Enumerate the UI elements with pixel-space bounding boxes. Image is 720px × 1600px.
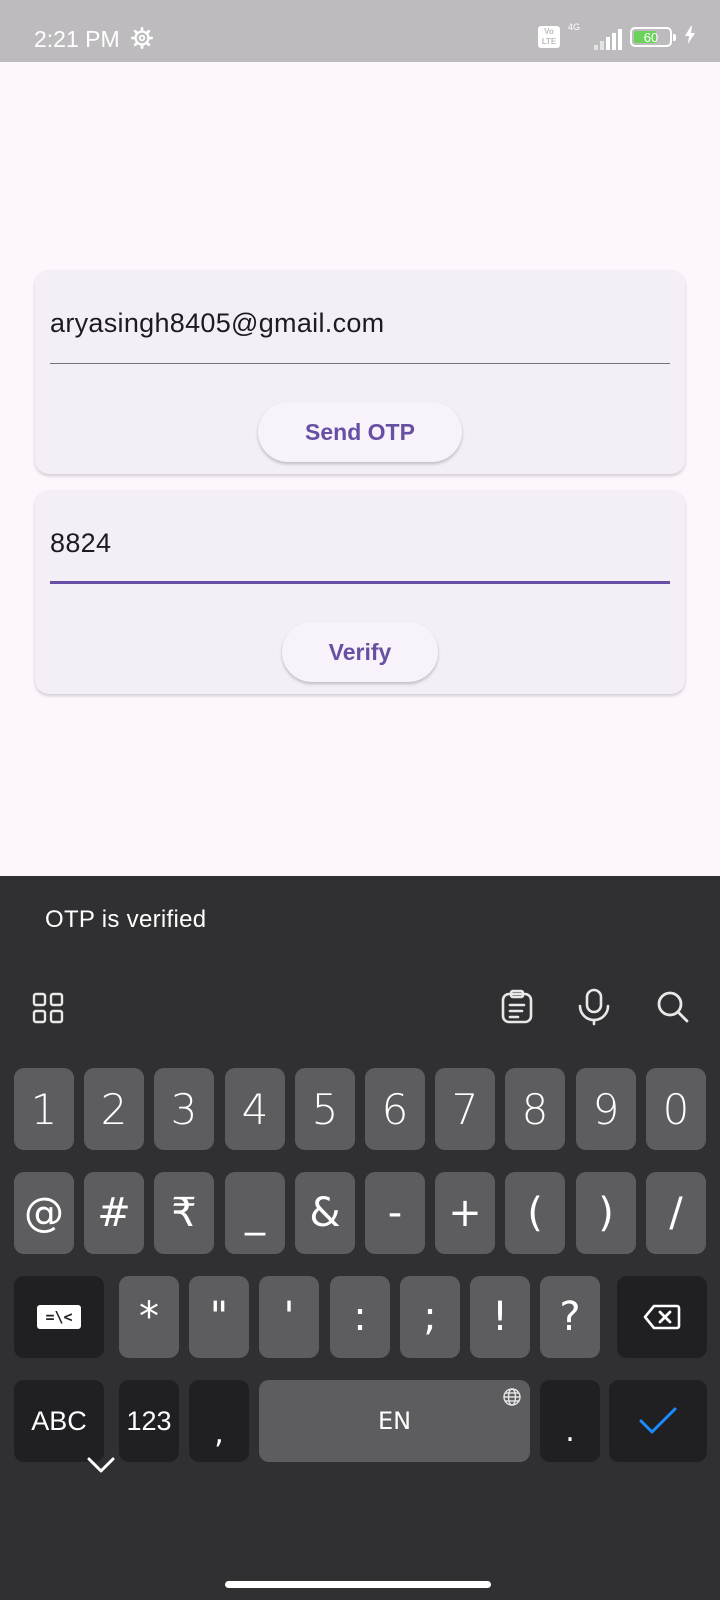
- volte-icon: Vo LTE: [538, 26, 560, 48]
- more-symbols-key[interactable]: =\<: [14, 1276, 104, 1358]
- key-minus[interactable]: -: [365, 1172, 425, 1254]
- key-open-paren[interactable]: (: [505, 1172, 565, 1254]
- key-0[interactable]: 0: [646, 1068, 706, 1150]
- charging-icon: [685, 26, 695, 44]
- key-underscore[interactable]: _: [225, 1172, 285, 1254]
- otp-card: 8824 Verify: [35, 490, 685, 694]
- battery-level: 60: [643, 29, 659, 45]
- status-time: 2:21 PM: [34, 26, 120, 52]
- period-key[interactable]: .: [540, 1380, 600, 1462]
- home-indicator[interactable]: [225, 1581, 491, 1588]
- apps-grid-icon[interactable]: [32, 992, 64, 1024]
- email-field[interactable]: aryasingh8405@gmail.com: [50, 298, 670, 364]
- key-question[interactable]: ?: [540, 1276, 600, 1358]
- space-key[interactable]: EN: [259, 1380, 530, 1462]
- battery-icon: 60: [630, 27, 676, 47]
- clipboard-icon[interactable]: [500, 989, 534, 1025]
- chevron-down-icon[interactable]: [87, 1456, 115, 1474]
- key-1[interactable]: 1: [14, 1068, 74, 1150]
- status-bar: 2:21 PM Vo LTE 4G 60: [0, 0, 720, 62]
- email-card: aryasingh8405@gmail.com Send OTP: [35, 270, 685, 474]
- signal-icon: 4G: [568, 22, 622, 50]
- globe-icon: [503, 1388, 521, 1406]
- search-icon[interactable]: [656, 990, 690, 1024]
- otp-field[interactable]: 8824: [50, 518, 670, 584]
- key-9[interactable]: 9: [576, 1068, 636, 1150]
- key-double-quote[interactable]: ": [189, 1276, 249, 1358]
- numeric-key[interactable]: 123: [119, 1380, 179, 1462]
- space-label: EN: [377, 1407, 412, 1435]
- enter-key[interactable]: [609, 1380, 707, 1462]
- status-indicators: Vo LTE 4G 60: [538, 22, 676, 50]
- checkmark-icon: [639, 1407, 677, 1434]
- network-type: 4G: [568, 22, 581, 32]
- abc-key[interactable]: ABC: [14, 1380, 104, 1462]
- send-otp-button[interactable]: Send OTP: [258, 402, 462, 462]
- key-5[interactable]: 5: [295, 1068, 355, 1150]
- key-3[interactable]: 3: [154, 1068, 214, 1150]
- more-symbols-label: =\<: [37, 1305, 81, 1329]
- key-ampersand[interactable]: &: [295, 1172, 355, 1254]
- key-hash[interactable]: #: [84, 1172, 144, 1254]
- backspace-key[interactable]: [617, 1276, 707, 1358]
- key-rupee[interactable]: ₹: [154, 1172, 214, 1254]
- verify-button[interactable]: Verify: [282, 622, 438, 682]
- key-single-quote[interactable]: ': [259, 1276, 319, 1358]
- key-at[interactable]: @: [14, 1172, 74, 1254]
- key-4[interactable]: 4: [225, 1068, 285, 1150]
- key-plus[interactable]: +: [435, 1172, 495, 1254]
- keyboard: OTP is verified 1 2 3 4 5 6 7 8 9 0 @ # …: [0, 876, 720, 1600]
- key-exclamation[interactable]: !: [470, 1276, 530, 1358]
- key-2[interactable]: 2: [84, 1068, 144, 1150]
- key-semicolon[interactable]: ;: [400, 1276, 460, 1358]
- comma-key[interactable]: ,: [189, 1380, 249, 1462]
- key-colon[interactable]: :: [330, 1276, 390, 1358]
- microphone-icon[interactable]: [577, 988, 611, 1026]
- key-asterisk[interactable]: *: [119, 1276, 179, 1358]
- key-8[interactable]: 8: [505, 1068, 565, 1150]
- gear-icon: [131, 27, 153, 49]
- snackbar-message: OTP is verified: [45, 906, 207, 933]
- key-close-paren[interactable]: ): [576, 1172, 636, 1254]
- key-6[interactable]: 6: [365, 1068, 425, 1150]
- backspace-icon: [643, 1304, 681, 1330]
- key-7[interactable]: 7: [435, 1068, 495, 1150]
- key-slash[interactable]: /: [646, 1172, 706, 1254]
